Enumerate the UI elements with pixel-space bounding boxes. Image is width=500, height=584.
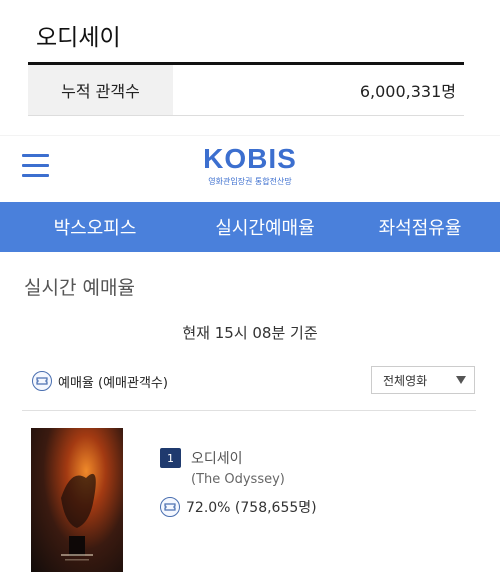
ticket-icon xyxy=(160,497,180,517)
ticket-icon xyxy=(32,371,52,391)
audience-stat-table: 누적 관객수 6,000,331명 xyxy=(28,62,464,116)
movie-english-title: (The Odyssey) xyxy=(191,472,285,487)
movie-poster[interactable] xyxy=(31,428,123,572)
movie-summary-card: 오디세이 누적 관객수 6,000,331명 xyxy=(0,0,500,135)
rate-label: 예매율 (예매관객수) xyxy=(58,375,168,391)
menu-icon[interactable] xyxy=(22,154,49,178)
rank-badge: 1 xyxy=(160,448,181,468)
divider xyxy=(22,410,476,411)
movie-title-heading: 오디세이 xyxy=(36,25,121,51)
movie-name-link[interactable]: 오디세이 xyxy=(191,448,243,468)
stat-label: 누적 관객수 xyxy=(28,65,173,115)
app-header: KOBIS 영화관입장권 통합전산망 xyxy=(0,136,500,202)
movie-rate-row: 72.0% (758,655명) xyxy=(160,497,317,517)
chevron-down-icon xyxy=(456,376,466,384)
filter-selected-value: 전체영화 xyxy=(383,373,428,388)
nav-item-realtime-booking[interactable]: 실시간예매율 xyxy=(190,214,340,240)
logo-text: KOBIS xyxy=(203,143,297,174)
main-nav: 박스오피스 실시간예매율 좌석점유율 xyxy=(0,202,500,252)
page-title: 실시간 예매율 xyxy=(24,277,135,299)
logo-subtitle: 영화관입장권 통합전산망 xyxy=(208,177,292,186)
nav-item-boxoffice[interactable]: 박스오피스 xyxy=(0,214,190,240)
kobis-logo[interactable]: KOBIS 영화관입장권 통합전산망 xyxy=(190,144,310,187)
movie-rank-row: 1 오디세이 xyxy=(160,448,243,468)
stat-value: 6,000,331명 xyxy=(359,82,456,101)
movie-filter-select[interactable]: 전체영화 xyxy=(371,366,475,394)
booking-rate-value: 72.0% (758,655명) xyxy=(186,500,317,516)
nav-item-seat-occupancy[interactable]: 좌석점유율 xyxy=(340,214,500,240)
basis-time: 현재 15시 08분 기준 xyxy=(182,324,318,342)
rate-label-row: 예매율 (예매관객수) xyxy=(32,369,168,393)
